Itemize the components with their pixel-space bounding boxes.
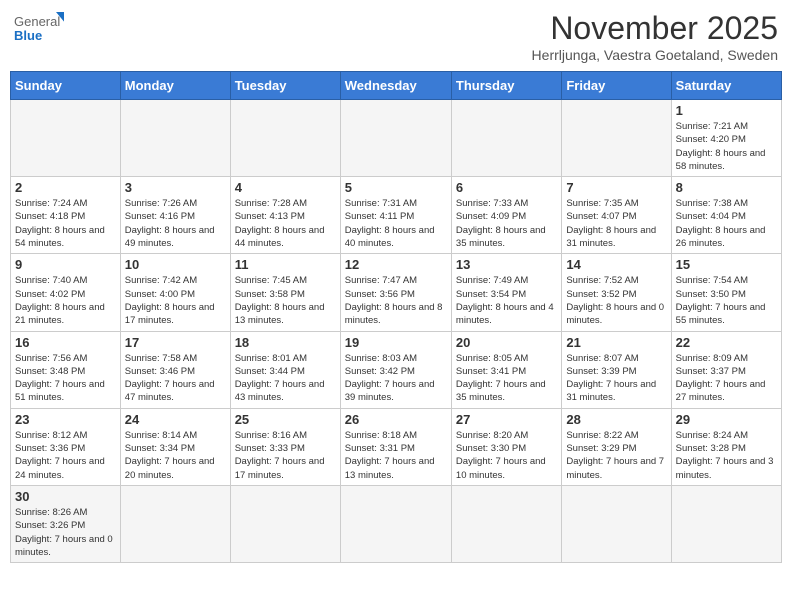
- empty-cell: [340, 485, 451, 562]
- week-row-6: 30 Sunrise: 8:26 AMSunset: 3:26 PMDaylig…: [11, 485, 782, 562]
- sunrise-label-1: Sunrise:: [676, 121, 714, 132]
- location-subtitle: Herrljunga, Vaestra Goetaland, Sweden: [532, 47, 778, 63]
- day-8: 8 Sunrise: 7:38 AMSunset: 4:04 PMDayligh…: [671, 177, 781, 254]
- header-friday: Friday: [562, 72, 671, 100]
- weekday-header-row: Sunday Monday Tuesday Wednesday Thursday…: [11, 72, 782, 100]
- header-monday: Monday: [120, 72, 230, 100]
- day-16: 16 Sunrise: 7:56 AMSunset: 3:48 PMDaylig…: [11, 331, 121, 408]
- empty-cell: [562, 485, 671, 562]
- day-2: 2 Sunrise: 7:24 AMSunset: 4:18 PMDayligh…: [11, 177, 121, 254]
- day-7: 7 Sunrise: 7:35 AMSunset: 4:07 PMDayligh…: [562, 177, 671, 254]
- daylight-label-1: Daylight:: [676, 148, 716, 159]
- day-27: 27 Sunrise: 8:20 AMSunset: 3:30 PMDaylig…: [451, 408, 561, 485]
- day-26: 26 Sunrise: 8:18 AMSunset: 3:31 PMDaylig…: [340, 408, 451, 485]
- day-24: 24 Sunrise: 8:14 AMSunset: 3:34 PMDaylig…: [120, 408, 230, 485]
- empty-cell: [230, 485, 340, 562]
- day-30: 30 Sunrise: 8:26 AMSunset: 3:26 PMDaylig…: [11, 485, 121, 562]
- week-row-2: 2 Sunrise: 7:24 AMSunset: 4:18 PMDayligh…: [11, 177, 782, 254]
- empty-cell: [671, 485, 781, 562]
- sunset-label-1: Sunset:: [676, 134, 711, 145]
- day-29: 29 Sunrise: 8:24 AMSunset: 3:28 PMDaylig…: [671, 408, 781, 485]
- svg-text:Blue: Blue: [14, 28, 42, 43]
- logo-svg: General Blue: [14, 10, 64, 50]
- empty-cell: [120, 485, 230, 562]
- empty-cell: [340, 100, 451, 177]
- empty-cell: [11, 100, 121, 177]
- header: General Blue November 2025 Herrljunga, V…: [10, 10, 782, 63]
- day-18: 18 Sunrise: 8:01 AMSunset: 3:44 PMDaylig…: [230, 331, 340, 408]
- day-25: 25 Sunrise: 8:16 AMSunset: 3:33 PMDaylig…: [230, 408, 340, 485]
- day-22: 22 Sunrise: 8:09 AMSunset: 3:37 PMDaylig…: [671, 331, 781, 408]
- header-tuesday: Tuesday: [230, 72, 340, 100]
- day-15: 15 Sunrise: 7:54 AMSunset: 3:50 PMDaylig…: [671, 254, 781, 331]
- week-row-4: 16 Sunrise: 7:56 AMSunset: 3:48 PMDaylig…: [11, 331, 782, 408]
- day-1: 1 Sunrise: 7:21 AM Sunset: 4:20 PM Dayli…: [671, 100, 781, 177]
- sunset-val-1: 4:20 PM: [711, 134, 746, 145]
- week-row-1: 1 Sunrise: 7:21 AM Sunset: 4:20 PM Dayli…: [11, 100, 782, 177]
- logo: General Blue: [14, 10, 64, 50]
- day-12: 12 Sunrise: 7:47 AMSunset: 3:56 PMDaylig…: [340, 254, 451, 331]
- empty-cell: [230, 100, 340, 177]
- empty-cell: [120, 100, 230, 177]
- day-28: 28 Sunrise: 8:22 AMSunset: 3:29 PMDaylig…: [562, 408, 671, 485]
- empty-cell: [451, 100, 561, 177]
- week-row-5: 23 Sunrise: 8:12 AMSunset: 3:36 PMDaylig…: [11, 408, 782, 485]
- calendar: Sunday Monday Tuesday Wednesday Thursday…: [10, 71, 782, 563]
- header-wednesday: Wednesday: [340, 72, 451, 100]
- week-row-3: 9 Sunrise: 7:40 AMSunset: 4:02 PMDayligh…: [11, 254, 782, 331]
- day-6: 6 Sunrise: 7:33 AMSunset: 4:09 PMDayligh…: [451, 177, 561, 254]
- sunrise-val-1: 7:21 AM: [713, 121, 748, 132]
- empty-cell: [562, 100, 671, 177]
- day-23: 23 Sunrise: 8:12 AMSunset: 3:36 PMDaylig…: [11, 408, 121, 485]
- day-4: 4 Sunrise: 7:28 AMSunset: 4:13 PMDayligh…: [230, 177, 340, 254]
- day-5: 5 Sunrise: 7:31 AMSunset: 4:11 PMDayligh…: [340, 177, 451, 254]
- day-13: 13 Sunrise: 7:49 AMSunset: 3:54 PMDaylig…: [451, 254, 561, 331]
- day-14: 14 Sunrise: 7:52 AMSunset: 3:52 PMDaylig…: [562, 254, 671, 331]
- day-21: 21 Sunrise: 8:07 AMSunset: 3:39 PMDaylig…: [562, 331, 671, 408]
- month-title: November 2025: [532, 10, 778, 47]
- header-thursday: Thursday: [451, 72, 561, 100]
- day-3: 3 Sunrise: 7:26 AMSunset: 4:16 PMDayligh…: [120, 177, 230, 254]
- header-saturday: Saturday: [671, 72, 781, 100]
- day-19: 19 Sunrise: 8:03 AMSunset: 3:42 PMDaylig…: [340, 331, 451, 408]
- day-10: 10 Sunrise: 7:42 AMSunset: 4:00 PMDaylig…: [120, 254, 230, 331]
- day-20: 20 Sunrise: 8:05 AMSunset: 3:41 PMDaylig…: [451, 331, 561, 408]
- day-11: 11 Sunrise: 7:45 AMSunset: 3:58 PMDaylig…: [230, 254, 340, 331]
- header-sunday: Sunday: [11, 72, 121, 100]
- day-9: 9 Sunrise: 7:40 AMSunset: 4:02 PMDayligh…: [11, 254, 121, 331]
- svg-text:General: General: [14, 14, 60, 29]
- day-17: 17 Sunrise: 7:58 AMSunset: 3:46 PMDaylig…: [120, 331, 230, 408]
- title-area: November 2025 Herrljunga, Vaestra Goetal…: [532, 10, 778, 63]
- empty-cell: [451, 485, 561, 562]
